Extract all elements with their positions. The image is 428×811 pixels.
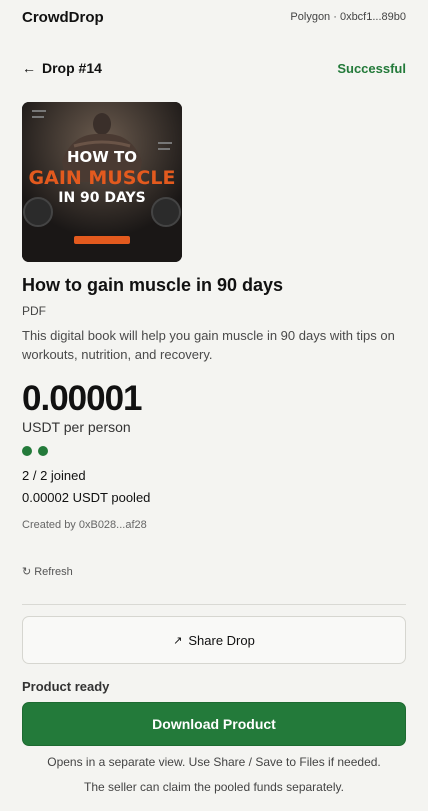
product-type: PDF	[22, 304, 46, 318]
share-arrow-icon: ↗	[173, 634, 183, 647]
price-unit: USDT per person	[22, 419, 131, 435]
download-product-button[interactable]: Download Product	[22, 702, 406, 746]
creator-address: Created by 0xB028...af28	[22, 519, 147, 531]
drop-number: Drop #14	[42, 60, 102, 76]
brand-logo[interactable]: CrowdDrop	[22, 9, 104, 26]
product-title: How to gain muscle in 90 days	[22, 275, 284, 295]
back-button[interactable]: ← Drop #14	[22, 60, 102, 76]
product-cover-image: HOW TO GAIN MUSCLE IN 90 DAYS	[22, 102, 182, 262]
pooled-amount: 0.00002 USDT pooled	[22, 490, 151, 505]
drop-page: CrowdDrop Polygon · 0xbcf1...89b0 ← Drop…	[0, 0, 428, 811]
participant-dot	[22, 446, 32, 456]
seller-note: The seller can claim the pooled funds se…	[84, 780, 344, 794]
refresh-label: Refresh	[34, 565, 73, 578]
cover-title-line1: HOW TO	[66, 148, 138, 166]
product-description: This digital book will help you gain mus…	[22, 328, 395, 362]
product-ready-label: Product ready	[22, 679, 110, 694]
cover-title-line3: IN 90 DAYS	[58, 190, 146, 206]
share-label: Share Drop	[188, 632, 255, 648]
refresh-button[interactable]: ↻ Refresh	[22, 565, 406, 579]
app-header: CrowdDrop Polygon · 0xbcf1...89b0	[22, 0, 406, 30]
cover-title-line2: GAIN MUSCLE	[28, 167, 176, 189]
joined-count: 2 / 2 joined	[22, 468, 86, 483]
drop-subheader: ← Drop #14 Successful	[22, 54, 406, 82]
participant-dot	[38, 446, 48, 456]
participant-dots	[22, 446, 406, 456]
open-note: Opens in a separate view. Use Share / Sa…	[47, 755, 381, 769]
refresh-icon: ↻	[22, 566, 32, 578]
price-value: 0.00001	[22, 379, 143, 418]
share-drop-button[interactable]: ↗ Share Drop	[22, 616, 406, 664]
cover-cta-bar	[74, 236, 130, 244]
divider	[22, 604, 406, 605]
wallet-address[interactable]: Polygon · 0xbcf1...89b0	[290, 11, 406, 23]
status-badge: Successful	[337, 60, 406, 76]
cover-title: HOW TO GAIN MUSCLE IN 90 DAYS	[22, 148, 182, 207]
arrow-left-icon: ←	[22, 60, 36, 76]
